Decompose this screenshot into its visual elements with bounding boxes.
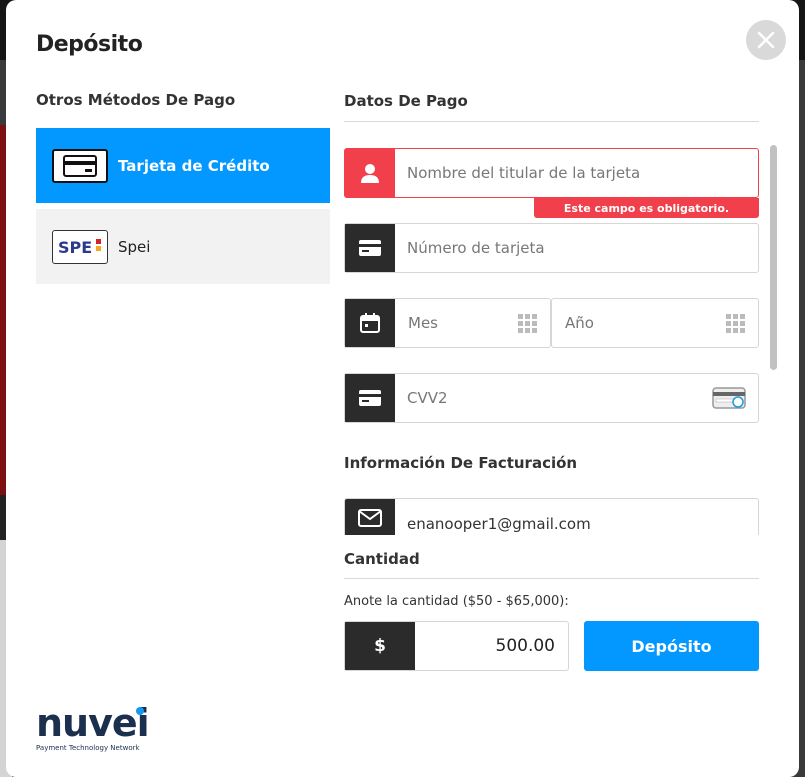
card-icon bbox=[345, 224, 395, 272]
cvv-field[interactable] bbox=[344, 373, 759, 423]
user-icon bbox=[345, 149, 395, 197]
cardholder-error: Este campo es obligatorio. bbox=[534, 198, 759, 218]
scrollbar-thumb[interactable] bbox=[770, 145, 777, 370]
brand-name: nuvei bbox=[36, 701, 150, 745]
card-icon bbox=[345, 374, 395, 422]
amount-label: Anote la cantidad ($50 - $65,000): bbox=[344, 594, 569, 609]
month-field[interactable] bbox=[344, 298, 551, 348]
brand-tagline: Payment Technology Network bbox=[36, 744, 140, 752]
payment-title: Datos De Pago bbox=[344, 92, 468, 110]
methods-title: Otros Métodos De Pago bbox=[36, 91, 236, 109]
grid-icon bbox=[726, 314, 745, 333]
card-number-input[interactable] bbox=[407, 224, 707, 272]
deposit-button[interactable]: Depósito bbox=[584, 621, 759, 671]
month-input[interactable] bbox=[408, 299, 508, 347]
method-label: Tarjeta de Crédito bbox=[118, 156, 270, 175]
cardholder-input[interactable] bbox=[407, 149, 707, 197]
amount-field[interactable]: $ bbox=[344, 621, 569, 671]
method-spei[interactable]: SPE Spei bbox=[36, 209, 330, 284]
credit-card-icon bbox=[52, 148, 108, 183]
deposit-modal: Depósito Otros Métodos De Pago Tarjeta d… bbox=[6, 0, 799, 777]
divider bbox=[344, 578, 759, 579]
card-number-field[interactable] bbox=[344, 223, 759, 273]
calendar-icon bbox=[345, 299, 395, 347]
email-field[interactable] bbox=[344, 498, 759, 535]
currency-symbol: $ bbox=[345, 622, 415, 670]
spei-logo: SPE bbox=[52, 229, 108, 264]
svg-text:SPE: SPE bbox=[58, 238, 92, 257]
mail-icon bbox=[345, 499, 395, 535]
brand-dot bbox=[136, 707, 144, 715]
cardholder-field[interactable] bbox=[344, 148, 759, 198]
grid-icon bbox=[518, 314, 537, 333]
method-credit-card[interactable]: Tarjeta de Crédito bbox=[36, 128, 330, 203]
cvv-input[interactable] bbox=[407, 374, 707, 422]
amount-input[interactable] bbox=[420, 622, 555, 670]
year-field[interactable] bbox=[551, 298, 759, 348]
close-button[interactable] bbox=[746, 20, 786, 60]
modal-title: Depósito bbox=[36, 32, 143, 57]
billing-title: Información De Facturación bbox=[344, 454, 578, 472]
year-input[interactable] bbox=[565, 299, 665, 347]
close-icon bbox=[757, 31, 775, 49]
cvv-card-icon bbox=[712, 387, 746, 409]
email-input[interactable] bbox=[407, 499, 707, 535]
method-label: Spei bbox=[118, 237, 151, 256]
nuvei-logo: nuvei Payment Technology Network bbox=[36, 701, 150, 752]
divider bbox=[344, 121, 759, 122]
amount-title: Cantidad bbox=[344, 550, 420, 568]
